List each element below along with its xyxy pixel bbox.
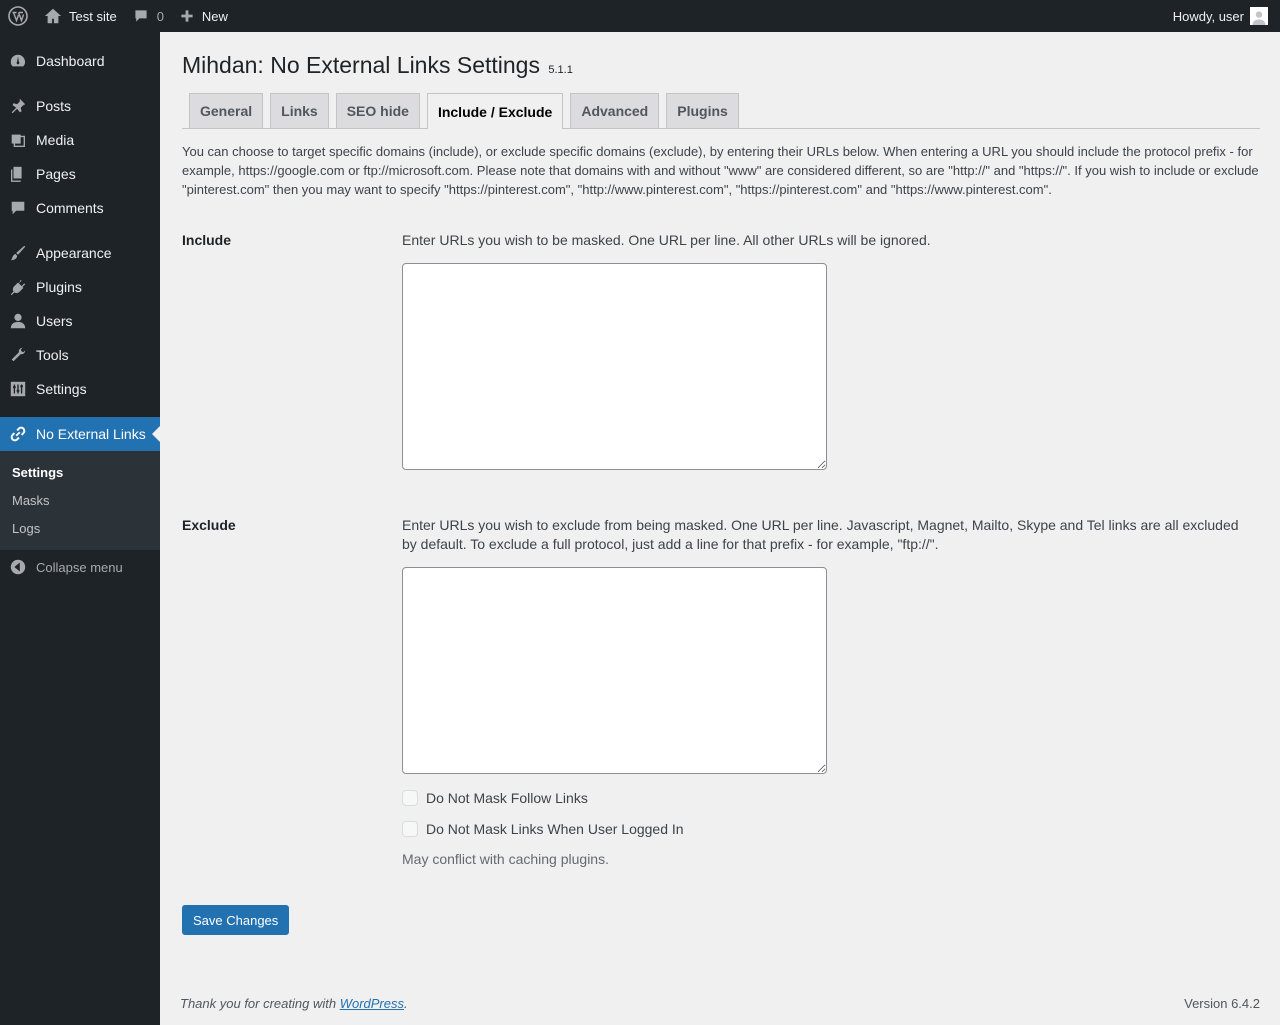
collapse-menu-button[interactable]: Collapse menu bbox=[0, 550, 160, 584]
tab-plugins[interactable]: Plugins bbox=[666, 93, 739, 128]
collapse-menu-label: Collapse menu bbox=[36, 559, 123, 575]
page-title-text: Mihdan: No External Links Settings bbox=[182, 52, 540, 78]
home-icon bbox=[44, 8, 62, 24]
page-title: Mihdan: No External Links Settings 5.1.1 bbox=[182, 52, 573, 79]
sidebar-item-posts[interactable]: Posts bbox=[0, 89, 160, 123]
include-textarea[interactable] bbox=[402, 263, 827, 470]
tab-advanced[interactable]: Advanced bbox=[570, 93, 660, 128]
footer-version: Version 6.4.2 bbox=[1184, 996, 1260, 1011]
footer-thanks: Thank you for creating with WordPress. bbox=[180, 996, 408, 1011]
sidebar-item-label: Settings bbox=[36, 381, 87, 397]
comment-icon bbox=[135, 10, 147, 22]
footer-thanks-suffix: . bbox=[404, 996, 408, 1011]
sidebar-item-pages[interactable]: Pages bbox=[0, 157, 160, 191]
comment-icon bbox=[11, 201, 25, 215]
plugin-version: 5.1.1 bbox=[548, 64, 573, 76]
sidebar-item-tools[interactable]: Tools bbox=[0, 338, 160, 372]
sidebar-item-label: Users bbox=[36, 313, 73, 329]
dashboard-icon bbox=[10, 54, 25, 67]
tab-include-exclude[interactable]: Include / Exclude bbox=[426, 93, 564, 129]
sidebar-item-label: No External Links bbox=[36, 426, 146, 442]
submenu-item-settings[interactable]: Settings bbox=[0, 458, 160, 486]
settings-icon bbox=[10, 381, 26, 397]
user-icon bbox=[10, 313, 26, 329]
site-name-label: Test site bbox=[69, 8, 117, 24]
sidebar-item-users[interactable]: Users bbox=[0, 304, 160, 338]
wordpress-link[interactable]: WordPress bbox=[340, 996, 404, 1011]
sidebar-item-label: Media bbox=[36, 132, 75, 148]
comment-count: 0 bbox=[156, 8, 164, 24]
sidebar-item-settings[interactable]: Settings bbox=[0, 372, 160, 406]
include-label: Include bbox=[182, 232, 232, 248]
site-name-link[interactable]: Test site bbox=[36, 0, 125, 32]
sidebar-item-label: Plugins bbox=[36, 279, 82, 295]
avatar-silhouette-icon bbox=[1252, 11, 1266, 25]
do-not-mask-follow-checkbox[interactable] bbox=[402, 790, 418, 806]
footer: Thank you for creating with WordPress. V… bbox=[180, 996, 1260, 1011]
do-not-mask-logged-in-checkbox[interactable] bbox=[402, 821, 418, 837]
brush-icon bbox=[10, 245, 26, 261]
admin-bar: Test site 0 New Howdy, user bbox=[0, 0, 1280, 32]
sidebar-item-no-external-links[interactable]: No External Links bbox=[0, 417, 160, 451]
exclude-textarea[interactable] bbox=[402, 567, 827, 774]
exclude-description: Enter URLs you wish to exclude from bein… bbox=[402, 517, 1239, 552]
new-content-link[interactable]: New bbox=[172, 0, 236, 32]
sidebar-item-label: Appearance bbox=[36, 245, 112, 261]
save-changes-button[interactable]: Save Changes bbox=[182, 905, 290, 935]
sidebar-item-appearance[interactable]: Appearance bbox=[0, 236, 160, 270]
do-not-mask-logged-in-label: Do Not Mask Links When User Logged In bbox=[426, 821, 684, 837]
do-not-mask-follow-label: Do Not Mask Follow Links bbox=[426, 790, 588, 806]
sidebar-item-plugins[interactable]: Plugins bbox=[0, 270, 160, 304]
tab-general[interactable]: General bbox=[189, 93, 264, 128]
tab-links[interactable]: Links bbox=[270, 93, 329, 128]
do-not-mask-logged-in-row[interactable]: Do Not Mask Links When User Logged In bbox=[402, 821, 684, 837]
sidebar-item-label: Tools bbox=[36, 347, 69, 363]
caching-note: May conflict with caching plugins. bbox=[402, 851, 609, 867]
wordpress-logo-icon[interactable] bbox=[0, 0, 36, 32]
sidebar-item-label: Posts bbox=[36, 98, 72, 114]
sidebar-item-label: Pages bbox=[36, 166, 76, 182]
include-description: Enter URLs you wish to be masked. One UR… bbox=[402, 232, 931, 248]
plug-icon bbox=[10, 279, 26, 296]
settings-tabs: General Links SEO hide Include / Exclude… bbox=[182, 93, 1260, 129]
sidebar-item-media[interactable]: Media bbox=[0, 123, 160, 157]
pin-icon bbox=[11, 98, 26, 114]
wrench-icon bbox=[11, 347, 26, 362]
do-not-mask-follow-row[interactable]: Do Not Mask Follow Links bbox=[402, 790, 588, 806]
footer-thanks-prefix: Thank you for creating with bbox=[180, 996, 340, 1011]
intro-text: You can choose to target specific domain… bbox=[182, 144, 1259, 197]
sidebar-item-label: Comments bbox=[36, 200, 104, 216]
howdy-label: Howdy, user bbox=[1172, 8, 1244, 24]
admin-sidebar: Dashboard Posts Media Pages Comments App… bbox=[0, 32, 160, 1025]
sidebar-submenu: Settings Masks Logs bbox=[0, 451, 160, 550]
plus-icon bbox=[181, 10, 193, 22]
media-icon bbox=[11, 134, 25, 147]
sidebar-item-comments[interactable]: Comments bbox=[0, 191, 160, 225]
my-account-link[interactable]: Howdy, user bbox=[1165, 0, 1280, 32]
link-icon bbox=[10, 426, 26, 442]
avatar bbox=[1250, 7, 1268, 25]
sidebar-item-dashboard[interactable]: Dashboard bbox=[0, 44, 160, 78]
sidebar-item-label: Dashboard bbox=[36, 53, 105, 69]
tab-seo-hide[interactable]: SEO hide bbox=[335, 93, 420, 128]
comments-link[interactable]: 0 bbox=[125, 0, 172, 32]
submenu-item-masks[interactable]: Masks bbox=[0, 486, 160, 514]
submenu-item-logs[interactable]: Logs bbox=[0, 514, 160, 542]
exclude-label: Exclude bbox=[182, 517, 236, 533]
pages-icon bbox=[11, 166, 22, 182]
new-label: New bbox=[201, 8, 228, 24]
collapse-arrow-icon bbox=[10, 559, 26, 575]
